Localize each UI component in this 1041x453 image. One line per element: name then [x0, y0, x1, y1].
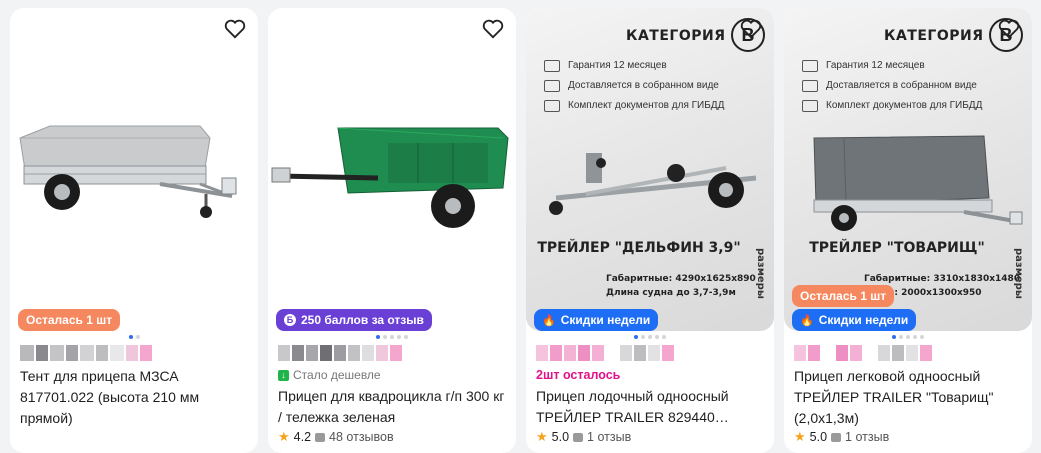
star-icon: ★	[278, 429, 290, 444]
product-card[interactable]: КАТЕГОРИЯ B Гарантия 12 месяцев Доставля…	[526, 8, 774, 453]
rating: ★ 5.0 1 отзыв	[536, 429, 632, 444]
sizes-label: размеры	[755, 248, 766, 299]
arrow-down-icon: ↓	[278, 369, 289, 381]
fire-icon: 🔥	[542, 314, 556, 327]
product-card[interactable]: Б 250 баллов за отзыв ↓ Стало дешевле Пр…	[268, 8, 516, 453]
sizes-label: размеры	[1013, 248, 1024, 299]
coin-icon: Б	[284, 314, 296, 326]
trailer-tent-picture	[19, 125, 237, 218]
image-dots	[526, 335, 774, 339]
heart-icon	[482, 19, 504, 39]
stock-left-label: 2шт осталось	[536, 368, 621, 382]
rating: ★ 4.2 48 отзывов	[278, 429, 394, 444]
atv-trailer-picture	[271, 127, 509, 228]
product-title[interactable]: Прицеп легковой одноосный ТРЕЙЛЕР TRAILE…	[794, 366, 1026, 429]
product-title[interactable]: Прицеп для квадроцикла г/п 300 кг / теле…	[278, 386, 510, 428]
category-label: КАТЕГОРИЯ	[626, 28, 726, 44]
image-dots	[268, 335, 516, 339]
favorite-button[interactable]	[996, 16, 1022, 42]
product-card[interactable]: Осталась 1 шт Тент для прицепа МЗСА 8177…	[10, 8, 258, 453]
guarantee-icon	[544, 60, 560, 72]
stock-badge: Осталась 1 шт	[18, 309, 121, 331]
star-icon: ★	[536, 429, 548, 444]
product-title[interactable]: Тент для прицепа МЗСА 817701.022 (высота…	[20, 366, 252, 429]
product-image[interactable]: Осталась 1 шт	[10, 8, 258, 331]
reviews-count[interactable]: 48 отзывов	[329, 430, 394, 444]
favorite-button[interactable]	[222, 16, 248, 42]
document-icon	[544, 100, 560, 112]
cargo-trailer-picture	[813, 135, 1023, 231]
category-label: КАТЕГОРИЯ	[884, 28, 984, 44]
heart-icon	[224, 19, 246, 39]
reviews-count[interactable]: 1 отзыв	[587, 430, 631, 444]
document-icon	[802, 100, 818, 112]
price-redacted	[278, 345, 402, 363]
sale-badge: 🔥 Скидки недели	[534, 309, 659, 331]
boat-trailer-picture	[549, 153, 757, 215]
price-drop-label: ↓ Стало дешевле	[278, 368, 381, 382]
product-image[interactable]: Б 250 баллов за отзыв	[268, 8, 516, 331]
promo-name: ТРЕЙЛЕР "ДЕЛЬФИН 3,9"	[537, 240, 741, 256]
product-image[interactable]: КАТЕГОРИЯ B Гарантия 12 месяцев Доставля…	[526, 8, 774, 331]
stock-badge: Осталась 1 шт	[792, 285, 895, 307]
price-redacted	[536, 345, 674, 363]
product-title[interactable]: Прицеп лодочный одноосный ТРЕЙЛЕР TRAILE…	[536, 386, 768, 428]
promo-specs: Габаритные: 4290х1625х890 Длина судна до…	[606, 274, 756, 298]
star-icon: ★	[794, 429, 806, 444]
reviews-count[interactable]: 1 отзыв	[845, 430, 889, 444]
fire-icon: 🔥	[800, 314, 814, 327]
image-dots	[10, 335, 258, 339]
review-bubble-icon	[831, 432, 842, 442]
promo-name: ТРЕЙЛЕР "ТОВАРИЩ"	[809, 240, 985, 256]
guarantee-icon	[802, 60, 818, 72]
feature-list: Гарантия 12 месяцев Доставляется в собра…	[802, 56, 982, 116]
image-dots	[784, 335, 1032, 339]
heart-icon	[740, 19, 762, 39]
price-redacted	[794, 345, 932, 363]
points-badge: Б 250 баллов за отзыв	[276, 309, 432, 331]
review-bubble-icon	[315, 432, 326, 442]
review-bubble-icon	[573, 432, 584, 442]
feature-list: Гарантия 12 месяцев Доставляется в собра…	[544, 56, 724, 116]
price-redacted	[20, 345, 152, 363]
car-icon	[544, 80, 560, 92]
rating: ★ 5.0 1 отзыв	[794, 429, 890, 444]
favorite-button[interactable]	[738, 16, 764, 42]
product-grid: Осталась 1 шт Тент для прицепа МЗСА 8177…	[10, 8, 1041, 453]
car-icon	[802, 80, 818, 92]
heart-icon	[998, 19, 1020, 39]
product-card[interactable]: КАТЕГОРИЯ B Гарантия 12 месяцев Доставля…	[784, 8, 1032, 453]
product-image[interactable]: КАТЕГОРИЯ B Гарантия 12 месяцев Доставля…	[784, 8, 1032, 331]
sale-badge: 🔥 Скидки недели	[792, 309, 917, 331]
favorite-button[interactable]	[480, 16, 506, 42]
